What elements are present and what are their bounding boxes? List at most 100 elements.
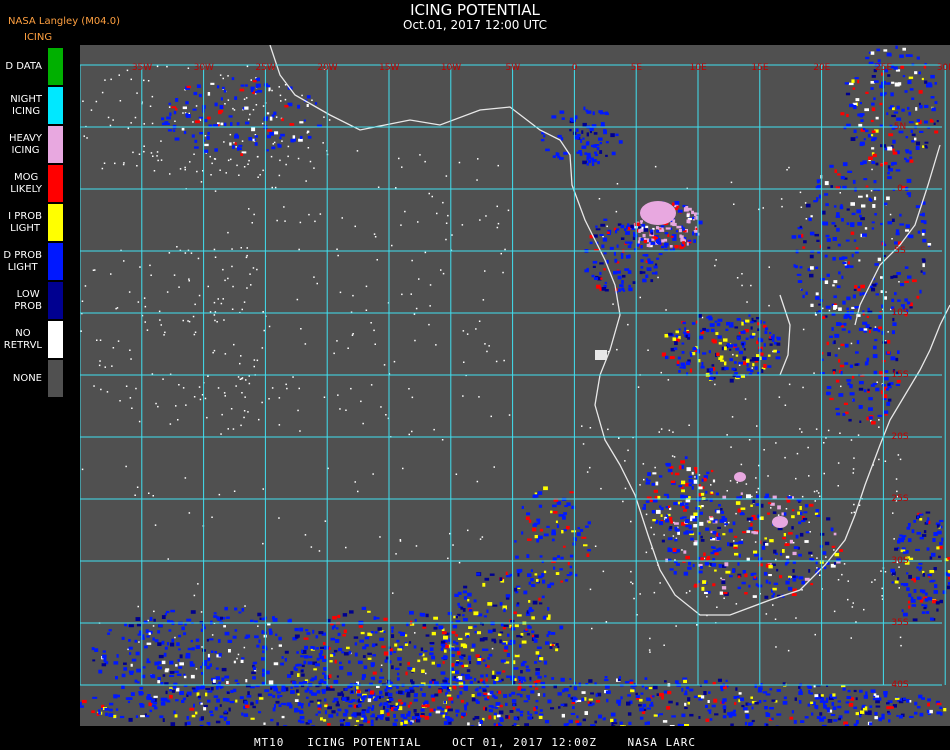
- no-retrieval-pixel: [385, 414, 387, 416]
- southern-ocean-icing: [250, 717, 255, 720]
- ocean-icing-cell: [266, 670, 270, 675]
- ocean-icing-cell: [189, 661, 194, 665]
- no-retrieval-pixel: [744, 398, 747, 400]
- southern-ocean-icing: [547, 699, 552, 704]
- no-retrieval-pixel: [476, 179, 478, 181]
- southern-africa-icing: [805, 531, 810, 534]
- convective-icing-cell: [909, 156, 913, 159]
- convective-icing-cell: [894, 292, 897, 296]
- no-retrieval-pixel: [80, 330, 82, 332]
- no-retrieval-pixel: [654, 466, 656, 469]
- no-retrieval-pixel: [195, 105, 198, 107]
- east-coast-icing: [840, 343, 845, 346]
- southern-ocean-icing: [92, 696, 98, 699]
- no-retrieval-pixel: [258, 418, 260, 421]
- southern-africa-icing: [698, 486, 703, 490]
- convective-icing-cell: [245, 121, 250, 125]
- southern-africa-icing: [653, 489, 658, 493]
- no-retrieval-pixel: [271, 647, 273, 650]
- no-retrieval-pixel: [166, 65, 168, 68]
- southern-ocean-icing: [698, 698, 703, 701]
- no-retrieval-pixel: [637, 386, 640, 388]
- ocean-icing-cell: [169, 675, 174, 677]
- ocean-icing-cell: [530, 569, 533, 573]
- southern-africa-icing: [824, 541, 830, 546]
- no-retrieval-pixel: [354, 225, 356, 228]
- east-coast-icing: [838, 393, 844, 397]
- frontal-icing-cell: [357, 693, 362, 697]
- frontal-icing-cell: [350, 690, 354, 693]
- heavy-icing-cell: [656, 226, 659, 230]
- frontal-icing-cell: [296, 651, 299, 654]
- frontal-icing-cell: [333, 679, 339, 684]
- latitude-label: 0: [897, 184, 903, 194]
- ocean-icing-cell: [200, 702, 203, 705]
- southern-africa-icing: [687, 566, 692, 570]
- no-retrieval-pixel: [881, 587, 883, 590]
- southern-ocean-icing: [241, 712, 244, 716]
- ocean-icing-cell: [907, 538, 912, 543]
- no-retrieval-pixel: [339, 291, 342, 294]
- southern-africa-icing: [779, 575, 783, 579]
- southern-ocean-icing: [140, 715, 145, 718]
- southern-ocean-icing: [511, 699, 517, 703]
- ocean-icing-cell: [186, 618, 192, 622]
- southern-ocean-icing: [844, 710, 850, 714]
- southern-africa-icing: [748, 584, 751, 588]
- no-retrieval-pixel: [209, 311, 212, 313]
- no-retrieval-pixel: [237, 376, 240, 378]
- ocean-icing-cell: [536, 579, 539, 582]
- longitude-label: 20W: [317, 63, 337, 73]
- no-retrieval-pixel: [153, 610, 155, 613]
- ocean-icing-cell: [220, 686, 224, 689]
- frontal-icing-cell: [397, 672, 400, 676]
- convective-icing-cell: [298, 138, 303, 142]
- no-retrieval-pixel: [243, 416, 245, 419]
- no-retrieval-pixel: [247, 411, 249, 413]
- no-retrieval-pixel: [337, 254, 339, 257]
- legend-item: I PROB LIGHT: [0, 203, 66, 242]
- southern-ocean-icing: [281, 715, 285, 719]
- heavy-icing-cell: [680, 235, 684, 239]
- no-retrieval-pixel: [391, 244, 393, 247]
- southern-ocean-icing: [413, 698, 418, 702]
- southern-ocean-icing: [428, 685, 431, 689]
- convective-icing-cell: [198, 116, 204, 119]
- frontal-icing-cell: [468, 626, 473, 629]
- southern-ocean-icing: [299, 716, 305, 720]
- southern-ocean-icing: [754, 701, 759, 705]
- no-retrieval-pixel: [233, 141, 235, 144]
- no-retrieval-pixel: [671, 455, 674, 457]
- frontal-icing-cell: [360, 717, 364, 720]
- ocean-icing-cell: [170, 642, 175, 647]
- southern-africa-icing: [795, 534, 799, 539]
- ocean-icing-cell: [166, 699, 170, 702]
- southern-ocean-icing: [581, 691, 586, 694]
- frontal-icing-cell: [316, 647, 319, 650]
- southern-ocean-icing: [711, 704, 716, 708]
- southern-ocean-icing: [811, 712, 814, 716]
- frontal-icing-cell: [462, 614, 465, 617]
- southern-ocean-icing: [219, 715, 224, 719]
- no-retrieval-pixel: [852, 602, 854, 604]
- ocean-icing-cell: [559, 568, 563, 571]
- no-retrieval-pixel: [768, 266, 770, 268]
- frontal-icing-cell: [391, 634, 395, 638]
- convective-icing-cell: [846, 113, 849, 118]
- convective-icing-cell: [873, 328, 879, 332]
- frontal-icing-cell: [441, 708, 445, 711]
- convective-icing-cell: [916, 56, 920, 60]
- southern-africa-icing: [746, 494, 751, 499]
- ocean-icing-cell: [301, 664, 305, 668]
- southern-africa-icing: [660, 507, 664, 511]
- frontal-icing-cell: [329, 660, 333, 663]
- convective-icing-cell: [699, 335, 704, 340]
- frontal-icing-cell: [378, 680, 382, 683]
- no-retrieval-pixel: [479, 538, 482, 540]
- frontal-icing-cell: [487, 657, 490, 660]
- southern-ocean-icing: [537, 675, 542, 679]
- frontal-icing-cell: [337, 632, 341, 637]
- heavy-icing-cell: [659, 229, 665, 232]
- frontal-icing-cell: [459, 662, 463, 666]
- no-retrieval-pixel: [746, 301, 748, 303]
